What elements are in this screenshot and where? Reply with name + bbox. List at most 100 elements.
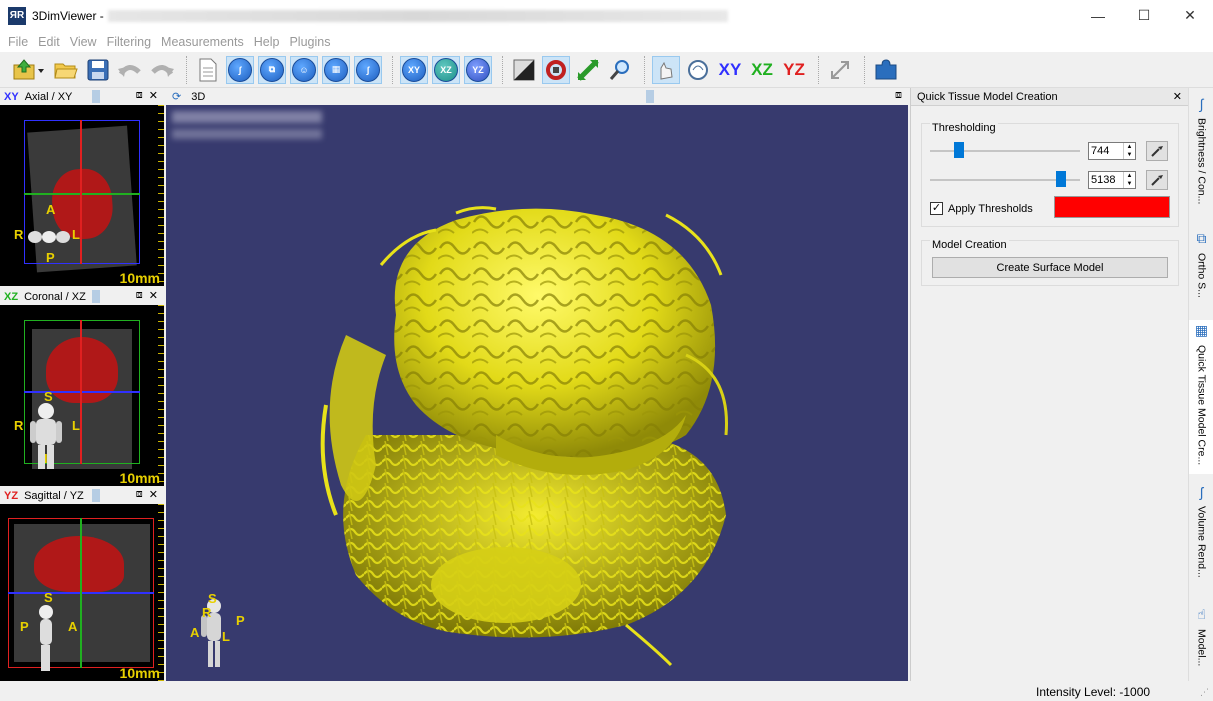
- spin-arrows-icon[interactable]: ▲ ▼: [1123, 172, 1135, 188]
- tab-models[interactable]: ☝ Model...: [1189, 606, 1213, 678]
- head-view-button[interactable]: [684, 56, 712, 84]
- resize-grip-icon[interactable]: ⋰: [1200, 687, 1209, 698]
- axial-view[interactable]: A R L P 10mm: [0, 105, 164, 286]
- axial-scale-label: 10mm: [119, 270, 160, 286]
- segmentation-button[interactable]: ▦: [322, 55, 350, 84]
- intensity-level: Intensity Level: -1000: [1036, 685, 1151, 699]
- tab-quick-tissue-label: Quick Tissue Model Cre...: [1195, 345, 1208, 466]
- xy-label-icon: XY: [718, 59, 742, 79]
- contrast-button[interactable]: [510, 56, 538, 84]
- sagittal-view[interactable]: S P A 10mm: [0, 504, 164, 681]
- low-threshold-thumb[interactable]: [953, 142, 964, 158]
- low-threshold-slider[interactable]: [930, 150, 1080, 152]
- redo-button[interactable]: [148, 56, 176, 84]
- coronal-drag-handle[interactable]: [92, 290, 100, 303]
- thresholding-group: Thresholding 744 ▲ ▼ 5138 ▲ ▼ ✓ Apply Thre…: [921, 122, 1179, 227]
- view-xz-button[interactable]: XZ: [432, 55, 460, 84]
- expand-icon: [831, 60, 849, 79]
- menu-bar: File Edit View Filtering Measurements He…: [0, 31, 1213, 52]
- tissue-model-button[interactable]: ☺: [290, 55, 318, 84]
- coronal-v-crosshair[interactable]: [80, 320, 82, 464]
- axial-title: Axial / XY: [24, 90, 73, 103]
- axial-drag-handle[interactable]: [92, 90, 100, 103]
- axial-h-crosshair[interactable]: [24, 193, 140, 195]
- volume-render-button[interactable]: ʃ: [354, 55, 382, 84]
- undo-button[interactable]: [116, 56, 144, 84]
- screenshot-icon[interactable]: ⧈: [136, 89, 143, 102]
- coronal-view[interactable]: S R L I 10mm: [0, 305, 164, 486]
- sagittal-drag-handle[interactable]: [92, 489, 100, 502]
- ortho-slices-button[interactable]: ⧉: [258, 55, 286, 84]
- view3d-icon: ⟳: [172, 91, 182, 103]
- apply-thresholds-checkbox[interactable]: ✓: [930, 202, 943, 215]
- measure-button[interactable]: [652, 55, 680, 84]
- close-window-button[interactable]: ✕: [1167, 0, 1213, 31]
- tab-quick-tissue[interactable]: ▦ Quick Tissue Model Cre...: [1189, 320, 1213, 474]
- save-button[interactable]: [84, 56, 112, 84]
- xz-view-button[interactable]: XZ: [748, 56, 776, 84]
- view-yz-button[interactable]: YZ: [464, 55, 492, 84]
- high-threshold-spinbox[interactable]: 5138 ▲ ▼: [1088, 171, 1136, 189]
- menu-file[interactable]: File: [4, 35, 32, 49]
- tab-volume-render[interactable]: ʃ Volume Rend...: [1189, 484, 1213, 596]
- threshold-color-button[interactable]: [1054, 196, 1170, 218]
- tab-brightness[interactable]: ∫ Brightness / Con...: [1189, 96, 1213, 218]
- create-surface-model-button[interactable]: Create Surface Model: [932, 257, 1168, 278]
- close-icon[interactable]: ✕: [149, 488, 158, 501]
- magnifier-icon: [609, 59, 629, 80]
- rotate-button[interactable]: [542, 55, 570, 84]
- axial-dir-a: A: [46, 202, 56, 217]
- axial-dir-r: R: [14, 227, 24, 242]
- window-title: 3DimViewer -: [32, 8, 104, 23]
- coronal-h-crosshair[interactable]: [24, 391, 140, 393]
- density-window-button[interactable]: ∫: [226, 55, 254, 84]
- sagittal-ruler: [158, 504, 164, 681]
- xy-circle-icon: XY: [402, 57, 426, 82]
- view3d-dir-l: L: [222, 629, 230, 644]
- high-threshold-thumb[interactable]: [1056, 171, 1066, 187]
- screenshot-icon[interactable]: ⧈: [136, 289, 143, 302]
- notes-button[interactable]: [194, 56, 222, 84]
- plugin-button[interactable]: [872, 56, 900, 84]
- yz-circle-icon: YZ: [466, 57, 490, 82]
- close-icon[interactable]: ✕: [149, 289, 158, 302]
- view-xy-button[interactable]: XY: [400, 55, 428, 84]
- 3d-view[interactable]: S R P A L: [166, 105, 908, 681]
- close-icon[interactable]: ✕: [1173, 90, 1182, 103]
- slices-icon: ⧉: [260, 57, 284, 82]
- maximize-button[interactable]: ☐: [1121, 0, 1167, 31]
- low-threshold-spinbox[interactable]: 744 ▲ ▼: [1088, 142, 1136, 160]
- menu-measurements[interactable]: Measurements: [157, 35, 248, 49]
- menu-edit[interactable]: Edit: [34, 35, 64, 49]
- screenshot-icon[interactable]: ⧈: [895, 89, 902, 102]
- move-button[interactable]: [574, 56, 602, 84]
- tab-volume-render-label: Volume Rend...: [1195, 506, 1208, 578]
- spin-arrows-icon[interactable]: ▲ ▼: [1123, 143, 1135, 159]
- menu-filtering[interactable]: Filtering: [103, 35, 155, 49]
- close-icon[interactable]: ✕: [149, 89, 158, 102]
- menu-view[interactable]: View: [66, 35, 101, 49]
- minimize-button[interactable]: —: [1075, 0, 1121, 31]
- open-folder-button[interactable]: [52, 56, 80, 84]
- xy-view-button[interactable]: XY: [716, 56, 744, 84]
- low-picker-button[interactable]: [1146, 141, 1168, 161]
- screenshot-icon[interactable]: ⧈: [136, 488, 143, 501]
- fullscreen-button[interactable]: [826, 56, 854, 84]
- redo-icon: [151, 64, 174, 77]
- coronal-dir-r: R: [14, 418, 24, 433]
- coronal-label: XZ: [4, 290, 19, 303]
- menu-help[interactable]: Help: [250, 35, 284, 49]
- tab-ortho[interactable]: ⧉ Ortho S...: [1189, 230, 1213, 310]
- yz-view-button[interactable]: YZ: [780, 56, 808, 84]
- axial-v-crosshair[interactable]: [80, 120, 82, 264]
- hand-pointer-icon: [660, 61, 673, 80]
- high-picker-button[interactable]: [1146, 170, 1168, 190]
- checker-icon: ▦: [1194, 322, 1209, 338]
- coronal-scale-label: 10mm: [119, 470, 160, 486]
- zoom-button[interactable]: [606, 56, 634, 84]
- view3d-drag-handle[interactable]: [646, 90, 654, 103]
- sagittal-v-crosshair[interactable]: [80, 518, 82, 668]
- menu-plugins[interactable]: Plugins: [285, 35, 334, 49]
- sagittal-title: Sagittal / YZ: [24, 489, 84, 502]
- load-data-button[interactable]: [10, 56, 48, 84]
